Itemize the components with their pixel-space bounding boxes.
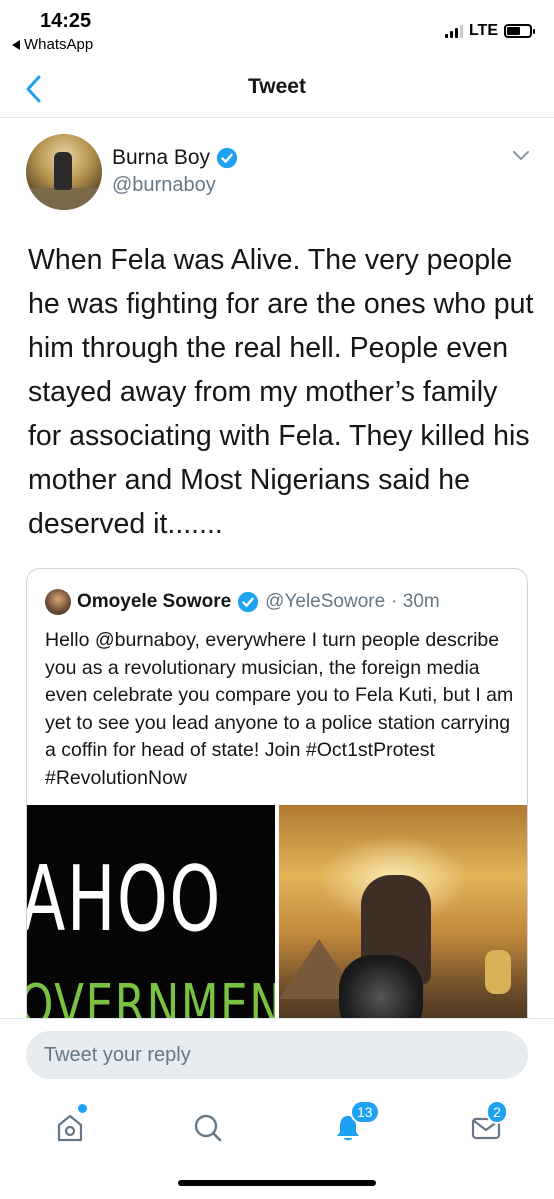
quoted-media-image-left[interactable]: AHOO OVERNMEN: [27, 805, 275, 1037]
verified-badge-icon: [238, 591, 259, 613]
author-name: Burna Boy: [112, 146, 211, 169]
status-bar: 14:25 WhatsApp LTE: [0, 0, 554, 58]
quoted-tweet-time: · 30m: [391, 591, 440, 612]
tab-home[interactable]: [40, 1100, 100, 1156]
status-time: 14:25: [40, 10, 92, 32]
quoted-tweet-card[interactable]: Omoyele Sowore @YeleSowore · 30m Hello @…: [26, 568, 528, 1038]
quoted-tweet-text: Hello @burnaboy, everywhere I turn peopl…: [45, 629, 514, 789]
new-content-dot: [78, 1104, 87, 1113]
author-handle[interactable]: @burnaboy: [112, 174, 216, 197]
tab-messages[interactable]: 2: [456, 1100, 516, 1156]
back-to-app-link[interactable]: WhatsApp: [12, 36, 93, 53]
chevron-down-icon[interactable]: [512, 150, 530, 162]
quoted-author-handle: @YeleSowore: [265, 591, 386, 612]
status-indicators: LTE: [444, 22, 535, 40]
media-text-top: AHOO: [27, 847, 222, 952]
tab-notifications[interactable]: 13: [318, 1100, 380, 1156]
verified-badge-icon: [216, 147, 238, 169]
signal-icon: [444, 24, 463, 38]
notifications-badge: 13: [350, 1100, 380, 1124]
messages-badge: 2: [486, 1100, 508, 1124]
tweet-text: When Fela was Alive. The very people he …: [28, 244, 534, 540]
quoted-tweet-header: Omoyele Sowore @YeleSowore · 30m: [45, 589, 440, 615]
battery-icon: [504, 24, 535, 38]
reply-bar: [0, 1018, 554, 1090]
home-indicator[interactable]: [178, 1180, 376, 1186]
back-triangle-icon: [12, 39, 20, 50]
reply-input[interactable]: [26, 1031, 528, 1079]
home-icon: [57, 1114, 83, 1142]
network-label: LTE: [468, 22, 498, 39]
tab-search[interactable]: [178, 1100, 238, 1156]
nav-bar: Tweet: [0, 60, 554, 118]
quoted-author-avatar: [45, 589, 71, 615]
quoted-media-image-right[interactable]: [279, 805, 527, 1037]
author-name-row[interactable]: Burna Boy: [112, 146, 238, 170]
author-avatar[interactable]: [26, 134, 102, 210]
quoted-author-name: Omoyele Sowore: [77, 591, 232, 612]
search-icon: [194, 1114, 222, 1142]
page-title: Tweet: [248, 75, 306, 98]
back-app-label: WhatsApp: [24, 36, 94, 53]
